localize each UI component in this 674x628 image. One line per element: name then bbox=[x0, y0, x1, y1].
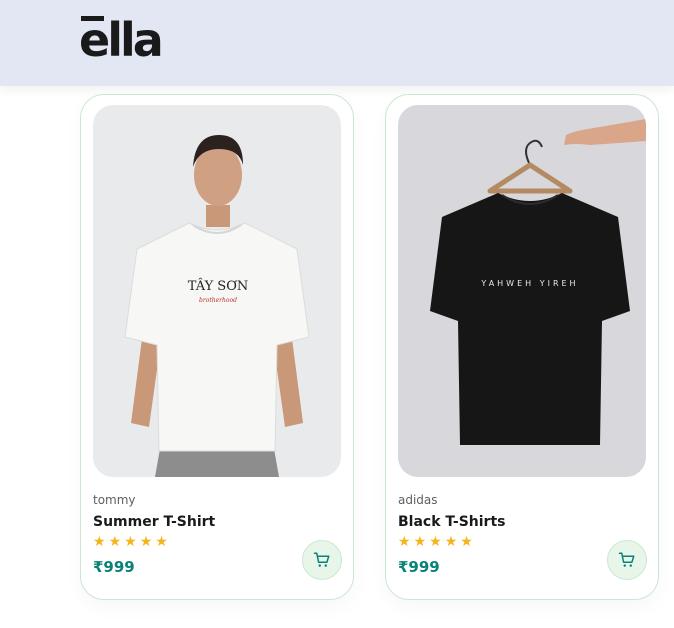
product-brand: tommy bbox=[93, 493, 136, 507]
star-icon: ★ bbox=[124, 534, 137, 550]
product-card[interactable]: YAHWEH YIREH adidas Black T-Shirts ★ ★ ★… bbox=[385, 94, 659, 600]
star-icon: ★ bbox=[460, 534, 473, 550]
shirt-print-text: TÂY SƠN bbox=[188, 278, 248, 294]
product-image[interactable]: TÂY SƠN brotherhood bbox=[93, 105, 341, 477]
product-title[interactable]: Summer T-Shirt bbox=[93, 514, 215, 530]
logo[interactable]: ella bbox=[79, 13, 164, 67]
product-title[interactable]: Black T-Shirts bbox=[398, 514, 505, 530]
product-brand: adidas bbox=[398, 493, 438, 507]
star-icon: ★ bbox=[139, 534, 153, 550]
star-icon: ★ bbox=[93, 534, 106, 550]
star-icon: ★ bbox=[398, 534, 411, 550]
product-image[interactable]: YAHWEH YIREH bbox=[398, 105, 646, 477]
add-to-cart-button[interactable] bbox=[302, 540, 342, 580]
product-price: ₹999 bbox=[93, 558, 135, 576]
product-card[interactable]: TÂY SƠN brotherhood tommy Summer T-Shirt… bbox=[80, 94, 354, 600]
logo-accent-bar bbox=[81, 16, 104, 21]
star-icon: ★ bbox=[429, 534, 442, 550]
add-to-cart-button[interactable] bbox=[607, 540, 647, 580]
star-rating: ★ ★ ★ ★ ★ bbox=[398, 535, 473, 549]
shirt-print-text: YAHWEH YIREH bbox=[480, 279, 578, 288]
cart-icon bbox=[618, 552, 635, 567]
cart-icon bbox=[313, 552, 330, 567]
logo-text: ella bbox=[79, 13, 164, 67]
site-header: ella bbox=[0, 0, 674, 86]
star-icon: ★ bbox=[413, 534, 427, 550]
shirt-subprint-text: brotherhood bbox=[199, 297, 237, 304]
star-icon: ★ bbox=[108, 534, 122, 550]
star-rating: ★ ★ ★ ★ ★ bbox=[93, 535, 168, 549]
star-icon: ★ bbox=[155, 534, 168, 550]
product-price: ₹999 bbox=[398, 558, 440, 576]
star-icon: ★ bbox=[444, 534, 458, 550]
